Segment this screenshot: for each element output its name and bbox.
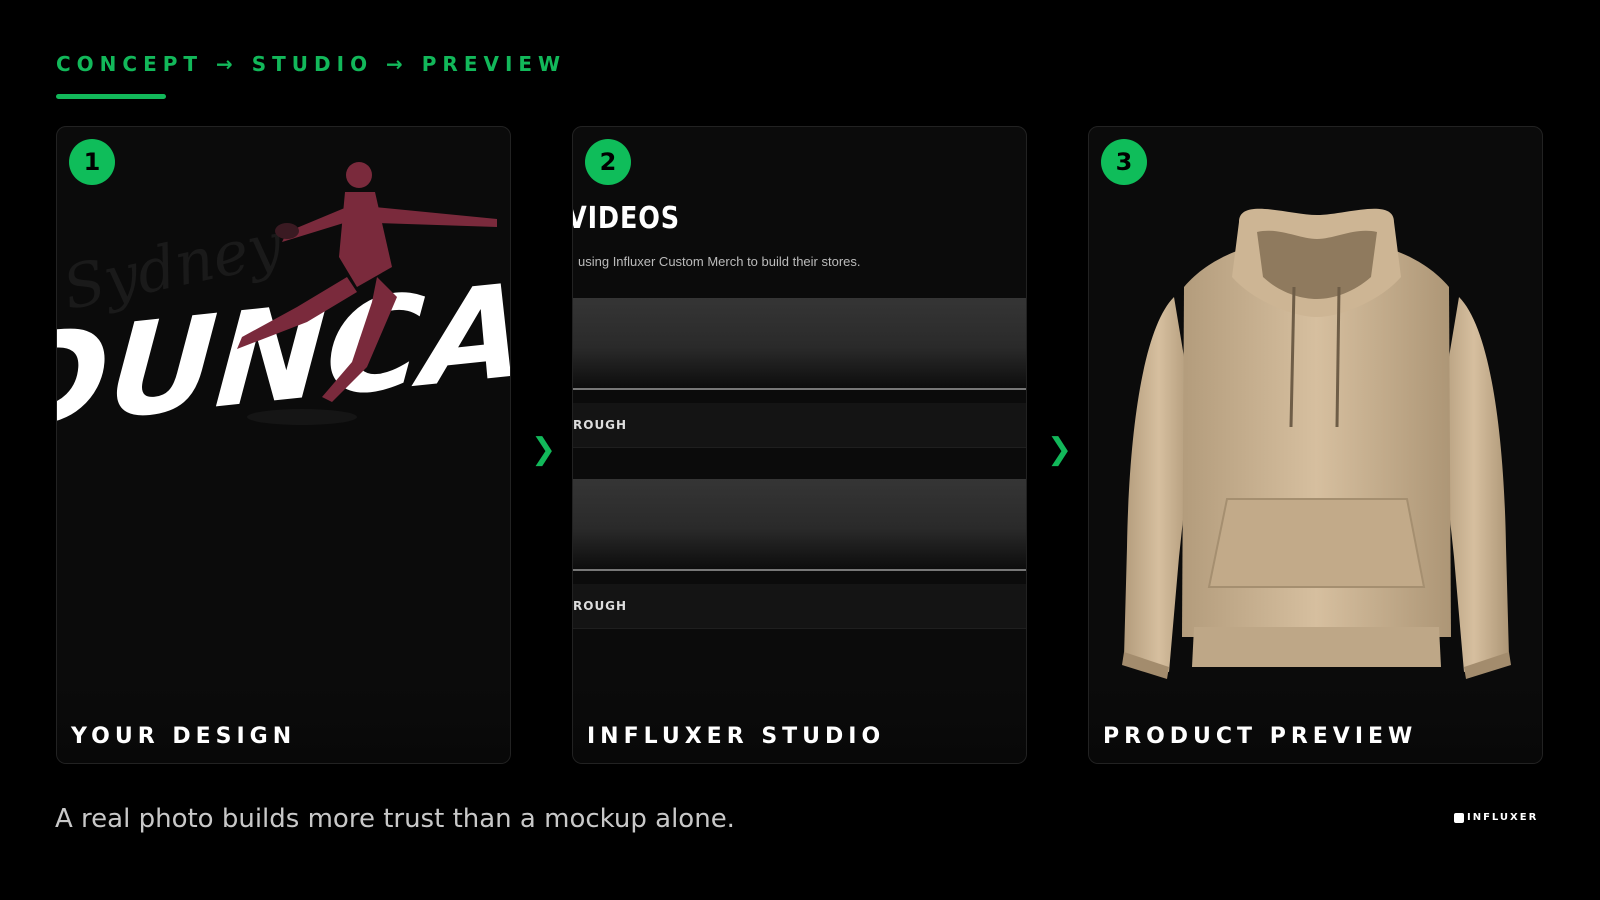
- brand-name: INFLUXER: [1467, 812, 1539, 823]
- step-number-badge: 2: [585, 139, 631, 185]
- step-label: PRODUCT PREVIEW: [1103, 724, 1418, 749]
- studio-heading: VIDEOS: [572, 201, 680, 236]
- studio-row: ROUGH: [573, 403, 1026, 448]
- step-number-badge: 1: [69, 139, 115, 185]
- step-card-preview: 3 PRODUCT PREVIEW: [1088, 126, 1543, 764]
- card-fade: [57, 683, 510, 763]
- brand-mark-icon: [1454, 812, 1464, 823]
- card-fade: [573, 683, 1026, 763]
- flow-eyebrow: CONCEPT → STUDIO → PREVIEW: [56, 52, 567, 76]
- step-label: INFLUXER STUDIO: [587, 724, 886, 749]
- design-artwork: Sydney DUNCAN: [57, 162, 510, 460]
- studio-row: ROUGH: [573, 584, 1026, 629]
- studio-video-panel: [573, 298, 1026, 390]
- studio-subtitle: using Influxer Custom Merch to build the…: [578, 254, 861, 269]
- step-number-badge: 3: [1101, 139, 1147, 185]
- brand-logo: INFLUXER: [1454, 812, 1538, 823]
- step-card-studio: 2 VIDEOS using Influxer Custom Merch to …: [572, 126, 1027, 764]
- caption-text: A real photo builds more trust than a mo…: [55, 804, 735, 834]
- step-label: YOUR DESIGN: [71, 724, 297, 749]
- studio-row-label: ROUGH: [573, 418, 628, 432]
- eyebrow-underline: [56, 94, 166, 99]
- card-fade: [1089, 683, 1542, 763]
- next-arrow-icon: ❯: [531, 432, 557, 467]
- step-card-design: 1 Sydney DUNCAN YOUR DESIGN: [56, 126, 511, 764]
- next-arrow-icon: ❯: [1047, 432, 1073, 467]
- hoodie-image: [1122, 208, 1511, 679]
- studio-row-label: ROUGH: [573, 599, 628, 613]
- studio-video-panel: [573, 479, 1026, 571]
